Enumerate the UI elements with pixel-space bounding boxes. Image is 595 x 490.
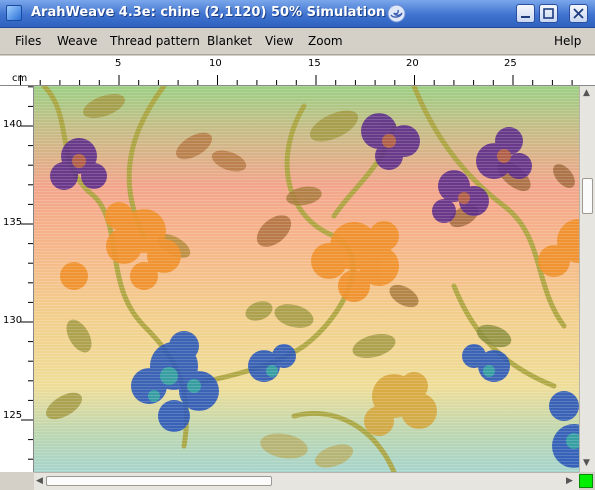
maximize-button[interactable] bbox=[539, 4, 558, 23]
scroll-down-arrow-icon[interactable]: ▼ bbox=[583, 458, 590, 468]
ruler-left-label: 135 bbox=[3, 217, 23, 228]
menu-blanket[interactable]: Blanket bbox=[207, 34, 252, 48]
horizontal-ruler: cm 5 10 15 20 25 bbox=[0, 56, 595, 86]
minimize-icon bbox=[521, 16, 530, 18]
ruler-top-label: 5 bbox=[115, 58, 122, 69]
status-indicator bbox=[579, 474, 593, 488]
vertical-ruler: 140 135 130 125 bbox=[0, 86, 34, 472]
ruler-top-label: 15 bbox=[308, 58, 321, 69]
menu-view[interactable]: View bbox=[265, 34, 293, 48]
vertical-scrollbar[interactable]: ▲ ▼ bbox=[579, 86, 595, 472]
minimize-button[interactable] bbox=[516, 4, 535, 23]
menu-help[interactable]: Help bbox=[554, 34, 581, 48]
ruler-top-label: 20 bbox=[406, 58, 419, 69]
menu-thread-pattern[interactable]: Thread pattern bbox=[110, 34, 200, 48]
close-button[interactable] bbox=[569, 4, 588, 23]
close-icon bbox=[573, 8, 584, 19]
fabric-image bbox=[34, 86, 579, 472]
ruler-left-label: 140 bbox=[3, 119, 23, 130]
maximize-icon bbox=[543, 8, 554, 19]
menu-files[interactable]: Files bbox=[15, 34, 41, 48]
horizontal-scrollbar[interactable]: ◀ ▶ bbox=[34, 472, 579, 490]
menu-weave[interactable]: Weave bbox=[57, 34, 97, 48]
ruler-unit-label: cm bbox=[12, 73, 28, 84]
ruler-top-label: 25 bbox=[504, 58, 517, 69]
menu-zoom[interactable]: Zoom bbox=[308, 34, 343, 48]
scroll-right-arrow-icon[interactable]: ▶ bbox=[566, 476, 573, 486]
menu-bar: Files Weave Thread pattern Blanket View … bbox=[0, 28, 595, 55]
title-bar: ArahWeave 4.3e: chine (2,1120) 50% Simul… bbox=[0, 0, 595, 28]
app-icon[interactable] bbox=[6, 5, 22, 21]
ruler-left-label: 130 bbox=[3, 315, 23, 326]
fabric-simulation-canvas[interactable] bbox=[34, 86, 579, 472]
horizontal-scroll-thumb[interactable] bbox=[46, 476, 272, 486]
swirl-icon bbox=[387, 4, 406, 23]
window-title: ArahWeave 4.3e: chine (2,1120) 50% Simul… bbox=[31, 5, 399, 20]
ruler-top-label: 10 bbox=[209, 58, 222, 69]
scroll-up-arrow-icon[interactable]: ▲ bbox=[583, 88, 590, 98]
scroll-left-arrow-icon[interactable]: ◀ bbox=[36, 476, 43, 486]
vertical-scroll-thumb[interactable] bbox=[582, 178, 593, 214]
ruler-left-label: 125 bbox=[3, 410, 23, 421]
